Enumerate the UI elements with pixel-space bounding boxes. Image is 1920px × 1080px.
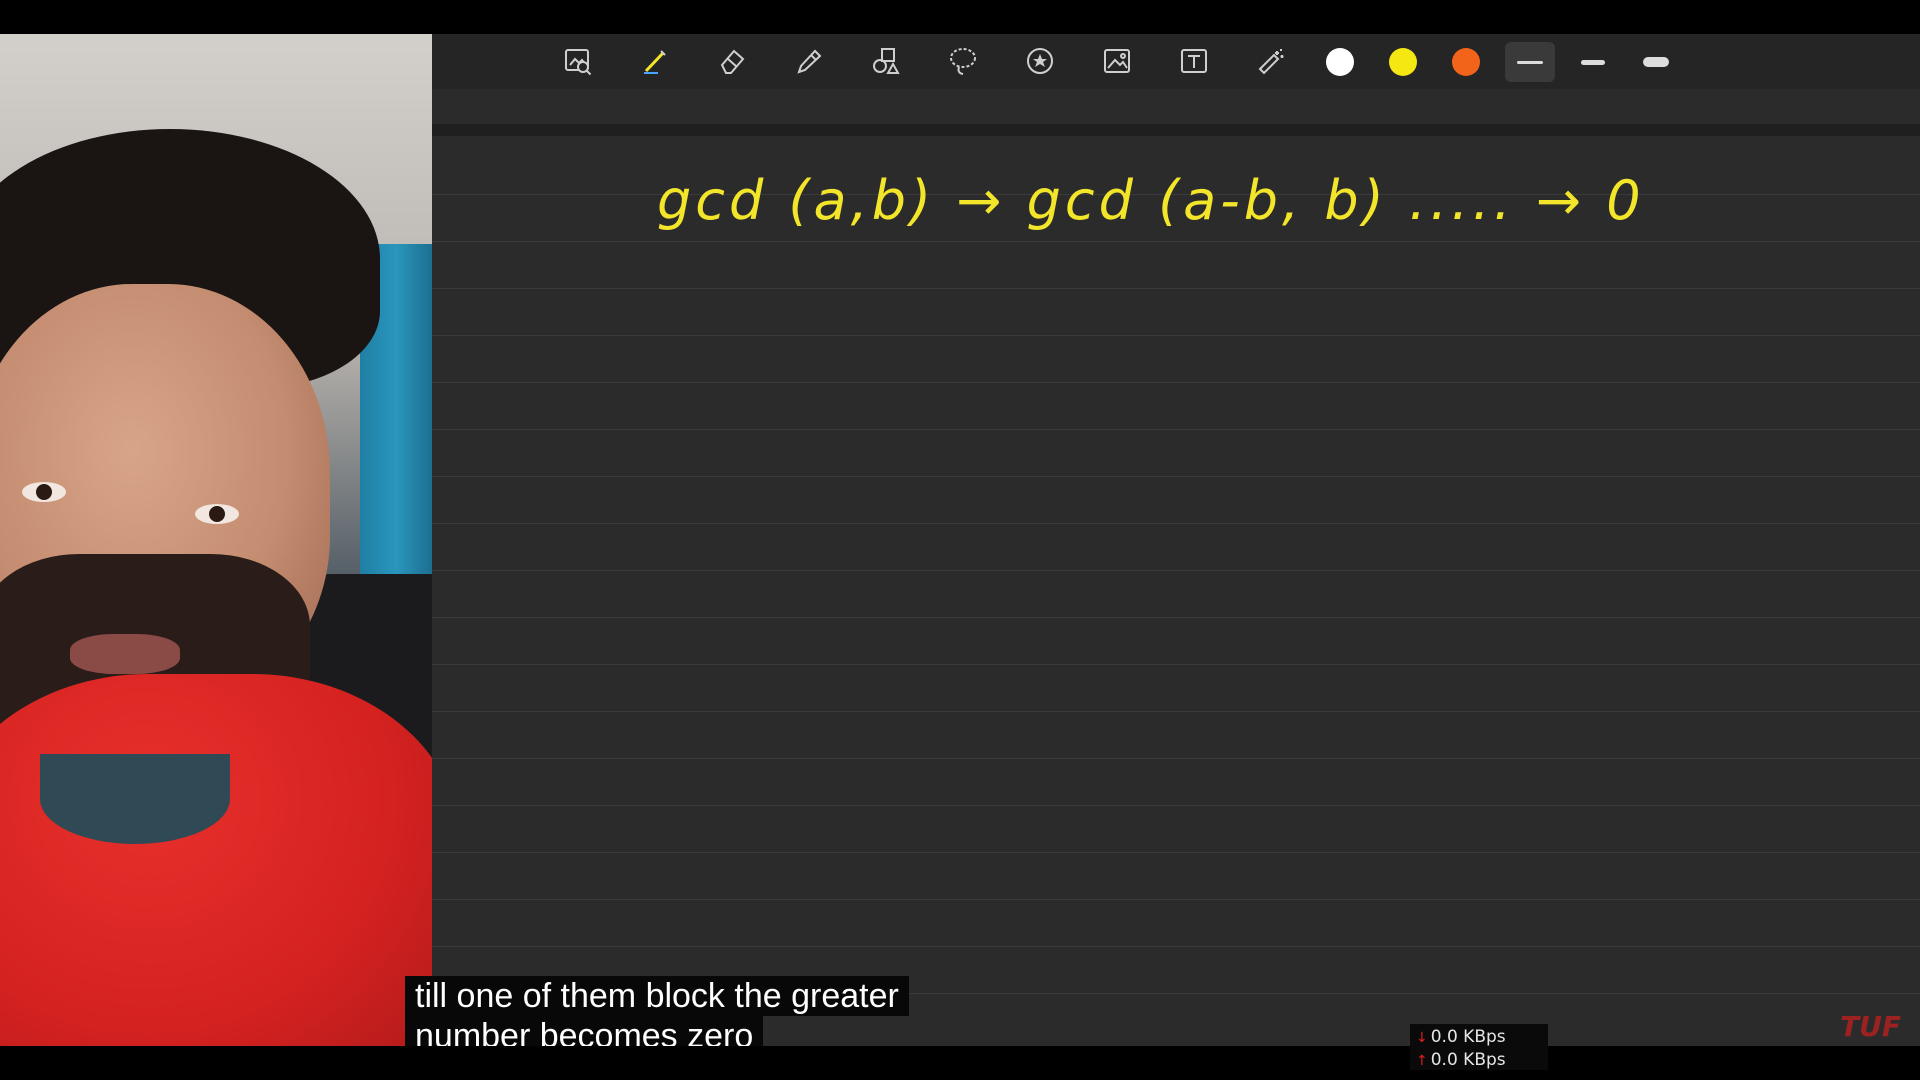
upload-speed: ↑ 0.0 KBps [1416,1050,1506,1070]
subtitles: till one of them block the greater numbe… [405,976,909,1056]
presenter-right-eye [195,504,239,524]
network-speed-widget: ↓ 0.0 KBps ↑ 0.0 KBps [1410,1024,1548,1070]
presenter-shirt [40,754,230,844]
webcam-feed [0,34,432,1046]
presenter-left-eye [22,482,66,502]
handwritten-formula: gcd (a,b) → gcd (a-b, b) ..... → 0 [657,169,1645,232]
presenter-mouth [70,634,180,674]
presenter-hoodie [0,674,432,1046]
download-speed: ↓ 0.0 KBps [1416,1027,1506,1047]
video-top-bar [0,0,1920,34]
handwritten-text: gcd (a,b) → gcd (a-b, b) ..... → 0 [657,169,1645,232]
channel-watermark: TUF [1840,1010,1901,1043]
video-bottom-bar [0,1046,1920,1080]
whiteboard-canvas[interactable]: gcd (a,b) → gcd (a-b, b) ..... → 0 [432,34,1920,1046]
upload-arrow-icon: ↑ [1416,1053,1428,1069]
subtitle-line-1: till one of them block the greater [405,976,909,1016]
download-arrow-icon: ↓ [1416,1030,1428,1046]
